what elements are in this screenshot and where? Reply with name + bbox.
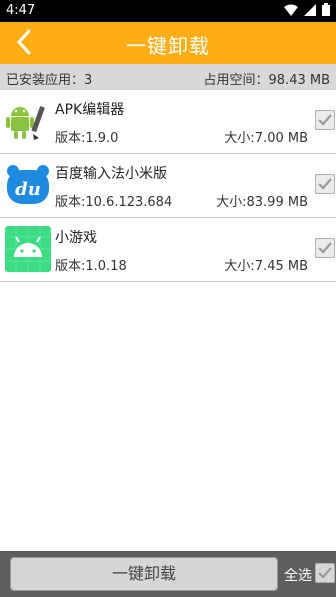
app-version: 版本:1.0.18 xyxy=(55,259,127,274)
app-size: 大小:7.00 MB xyxy=(224,131,308,146)
app-size: 大小:7.45 MB xyxy=(224,259,308,274)
installed-count: 已安装应用：3 xyxy=(6,73,93,88)
status-icons xyxy=(284,3,330,16)
select-all-label[interactable]: 全选 xyxy=(284,565,312,585)
app-checkbox[interactable] xyxy=(315,110,335,130)
check-icon xyxy=(318,567,332,579)
app-version: 版本:1.9.0 xyxy=(55,131,119,146)
select-all-checkbox[interactable] xyxy=(315,563,335,583)
uninstall-all-button[interactable]: 一键卸载 xyxy=(10,557,278,591)
android-apk-editor-icon xyxy=(5,98,51,144)
wifi-icon xyxy=(284,4,298,16)
svg-text:du: du xyxy=(15,179,41,200)
check-icon xyxy=(318,114,332,126)
summary-bar: 已安装应用：3 占用空间：98.43 MB xyxy=(0,64,336,90)
app-size: 大小:83.99 MB xyxy=(216,195,308,210)
app-bar: 一键卸载 xyxy=(0,22,336,64)
check-icon xyxy=(318,242,332,254)
app-row[interactable]: APK编辑器 版本:1.9.0 大小:7.00 MB xyxy=(0,90,336,154)
battery-icon xyxy=(322,3,330,16)
page-title: 一键卸载 xyxy=(126,34,210,58)
app-name: 小游戏 xyxy=(55,230,97,246)
status-bar: 4:47 xyxy=(0,0,336,22)
app-row[interactable]: 小游戏 版本:1.0.18 大小:7.45 MB xyxy=(0,218,336,282)
app-checkbox[interactable] xyxy=(315,174,335,194)
storage-used: 占用空间：98.43 MB xyxy=(203,73,330,88)
app-checkbox[interactable] xyxy=(315,238,335,258)
check-icon xyxy=(318,178,332,190)
du-baidu-icon: du xyxy=(5,162,51,208)
signal-icon xyxy=(304,3,316,16)
bottom-bar: 一键卸载 全选 xyxy=(0,551,336,597)
app-name: 百度输入法小米版 xyxy=(55,166,167,182)
app-version: 版本:10.6.123.684 xyxy=(55,195,173,210)
android-game-icon xyxy=(5,226,51,272)
status-time: 4:47 xyxy=(6,3,36,18)
app-row[interactable]: du 百度输入法小米版 版本:10.6.123.684 大小:83.99 MB xyxy=(0,154,336,218)
app-name: APK编辑器 xyxy=(55,102,125,118)
